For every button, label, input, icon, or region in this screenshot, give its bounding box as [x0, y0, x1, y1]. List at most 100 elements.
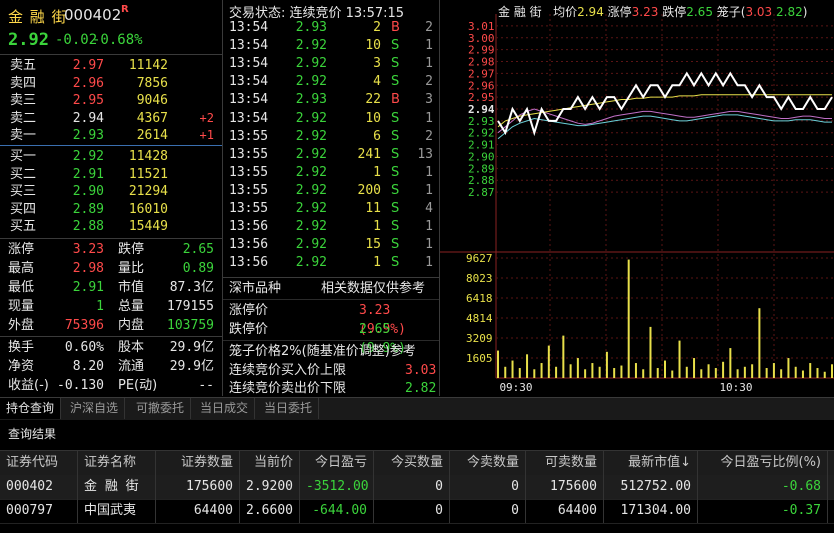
up-label: 涨停 [607, 5, 632, 19]
stat-label: 市值 [118, 280, 145, 295]
bid-row[interactable]: 买四 2.89 16010 [0, 201, 222, 218]
cage-end: ) [802, 5, 808, 19]
tick-time: 13:56 [229, 219, 269, 235]
column-header[interactable]: 今日盈亏比例(%) [698, 451, 828, 475]
volume-bar [722, 361, 725, 378]
column-header[interactable]: 今日盈亏 [300, 451, 374, 475]
tick-count: 3 [425, 92, 433, 108]
volume-bar [656, 368, 659, 378]
ask-row[interactable]: 卖五 2.97 11142 [0, 57, 222, 74]
tick-time: 13:55 [229, 146, 269, 162]
ask-row[interactable]: 卖三 2.95 9046 [0, 92, 222, 109]
tick-time: 13:54 [229, 92, 269, 108]
table-row[interactable]: 000402 金 融 街 175600 2.9200 -3512.00 0 0 175600 5… [0, 475, 834, 500]
tick-count: 1 [425, 164, 433, 180]
tick-row: 13:55 2.92 6 S 2 [223, 128, 439, 146]
tick-row: 13:54 2.93 22 B 3 [223, 91, 439, 109]
column-header[interactable]: 证券名称 [78, 451, 156, 475]
stat-label: 最低 [8, 280, 35, 295]
tick-time: 13:54 [229, 38, 269, 54]
column-header[interactable]: 证券数量 [156, 451, 240, 475]
volume-bar [736, 369, 739, 378]
stat-row: 涨停 3.23 跌停 2.65 [0, 241, 222, 258]
table-cell: 64400 [526, 499, 604, 523]
tick-time: 13:54 [229, 74, 269, 90]
tab-bar: 持仓查询 沪深自选 可撤委托 当日成交 当日委托 [0, 397, 834, 420]
column-header[interactable]: 今买数量 [374, 451, 450, 475]
tick-count: 1 [425, 38, 433, 54]
chart-canvas[interactable]: 3.013.002.992.982.972.962.952.942.932.92… [440, 0, 834, 396]
stat-label: 净资 [8, 359, 35, 374]
volume-tick-label: 4814 [466, 312, 493, 325]
tick-price: 2.92 [295, 128, 327, 144]
volume-bar [693, 358, 696, 378]
tab-1[interactable]: 沪深自选 [64, 398, 126, 419]
tab-2[interactable]: 可撤委托 [130, 398, 192, 419]
tab-0[interactable]: 持仓查询 [0, 398, 62, 419]
volume-bar [664, 360, 666, 378]
bid-price: 2.91 [72, 166, 104, 182]
stat-value: 1 [96, 299, 104, 314]
bid-row[interactable]: 买二 2.91 11521 [0, 166, 222, 183]
bid-row[interactable]: 买一 2.92 11428 [0, 148, 222, 165]
tab-3[interactable]: 当日成交 [194, 398, 256, 419]
bid-row[interactable]: 买五 2.88 15449 [0, 218, 222, 235]
last-price: 2.92 [8, 30, 49, 50]
volume-bar [613, 368, 616, 378]
table-row[interactable]: 000797 中国武夷 64400 2.6600 -644.00 0 0 64400 17130… [0, 499, 834, 524]
tick-side: S [391, 237, 400, 253]
ask-row[interactable]: 卖四 2.96 7856 [0, 75, 222, 92]
column-header[interactable]: 当前价 [240, 451, 300, 475]
volume-bar [547, 345, 550, 378]
volume-bar [540, 363, 543, 378]
ask-volume: 11142 [128, 58, 168, 73]
quote-panel: 金 融 街 000402 R 2.92 -0.02 -0.68% 卖五 2.97 1… [0, 0, 223, 396]
volume-bar [497, 350, 499, 378]
stat-value: 29.9亿 [169, 340, 214, 355]
volume-bar [765, 368, 768, 378]
down-label: 跌停 [662, 5, 687, 19]
limit-up-label: 涨停价 [229, 303, 269, 318]
column-header[interactable]: 可卖数量 [526, 451, 604, 475]
tick-side: S [391, 219, 400, 235]
cage-note-row: 笼子价格2%(随基准价调整)参考 [223, 342, 439, 361]
intraday-chart[interactable]: 金 融 街 均价2.94 涨停3.23 跌停2.65 笼子(3.03 2.82)… [440, 0, 834, 396]
tick-time: 13:56 [229, 255, 269, 271]
volume-bar [714, 368, 717, 378]
tick-volume: 241 [357, 146, 381, 162]
avg-price-line [497, 94, 832, 128]
stat-value: 3.23 [72, 242, 104, 257]
info-header: 深市品种 相关数据仅供参考 [223, 279, 439, 298]
tick-price: 2.92 [295, 255, 327, 271]
table-cell: 000402 [0, 475, 78, 499]
ask-price: 2.95 [72, 93, 104, 109]
tick-count: 1 [425, 255, 433, 271]
tick-row: 13:54 2.92 4 S 2 [223, 73, 439, 91]
ask-label: 卖一 [10, 128, 37, 144]
stat-value: 75396 [64, 318, 104, 333]
stat-value: 87.3亿 [169, 280, 214, 295]
tab-4[interactable]: 当日委托 [258, 398, 320, 419]
buy-upper-row: 连续竞价买入价上限 3.03 [223, 361, 439, 380]
stat-value: 0.60% [64, 340, 104, 355]
tick-volume: 10 [365, 110, 381, 126]
ask-row[interactable]: 卖一 2.93 2614 +1 [0, 127, 222, 144]
stat-value: 103759 [167, 318, 214, 333]
ask-volume: 2614 [136, 128, 168, 144]
stat-value: 2.65 [182, 242, 214, 257]
ask-row[interactable]: 卖二 2.94 4367 +2 [0, 110, 222, 127]
stock-name: 金 融 街 [8, 8, 68, 26]
tick-volume: 3 [373, 56, 381, 72]
volume-bar [584, 369, 587, 378]
table-cell: 171304.00 [604, 499, 698, 523]
stat-value: 8.20 [72, 359, 104, 374]
sell-lower-label: 连续竞价卖出价下限 [229, 381, 347, 396]
column-header[interactable]: 证券代码 [0, 451, 78, 475]
column-header[interactable]: 今卖数量 [450, 451, 526, 475]
tick-price: 2.92 [295, 38, 327, 54]
table-cell: 0 [450, 499, 526, 523]
bid-row[interactable]: 买三 2.90 21294 [0, 183, 222, 200]
tick-row: 13:55 2.92 11 S 4 [223, 200, 439, 218]
column-header[interactable]: 最新市值↓ [604, 451, 698, 475]
stat-value: -0.130 [57, 378, 104, 393]
